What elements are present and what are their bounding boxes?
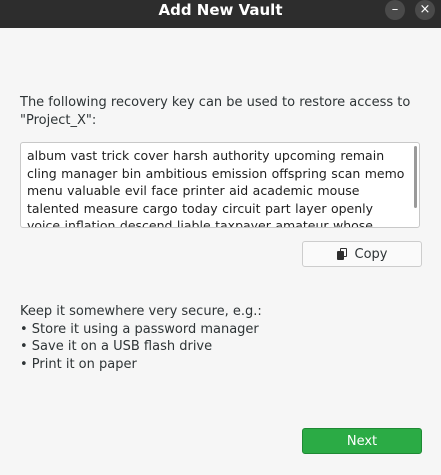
vault-name-line: "Project_X":	[20, 113, 97, 128]
description-line: The following recovery key can be used t…	[20, 95, 411, 110]
add-vault-dialog: Add New Vault – × The following recovery…	[0, 0, 441, 475]
storage-tips: Keep it somewhere very secure, e.g.: • S…	[20, 303, 420, 373]
tip-item: • Save it on a USB flash drive	[20, 339, 213, 354]
recovery-key-description: The following recovery key can be used t…	[20, 94, 420, 130]
recovery-key-text[interactable]: album vast trick cover harsh authority u…	[27, 147, 407, 227]
next-button[interactable]: Next	[302, 428, 422, 454]
vertical-scrollbar[interactable]	[414, 146, 417, 208]
minimize-button[interactable]: –	[385, 0, 405, 20]
tip-item: • Store it using a password manager	[20, 321, 259, 337]
tips-heading: Keep it somewhere very secure, e.g.:	[20, 304, 262, 319]
tip-item: • Print it on paper	[20, 356, 137, 372]
close-button[interactable]: ×	[415, 0, 435, 20]
copy-icon	[336, 248, 347, 260]
recovery-key-textarea[interactable]: album vast trick cover harsh authority u…	[20, 142, 420, 228]
window-title: Add New Vault	[158, 1, 283, 19]
copy-button[interactable]: Copy	[302, 241, 422, 267]
copy-button-label: Copy	[354, 246, 388, 262]
title-bar: Add New Vault – ×	[0, 0, 441, 28]
